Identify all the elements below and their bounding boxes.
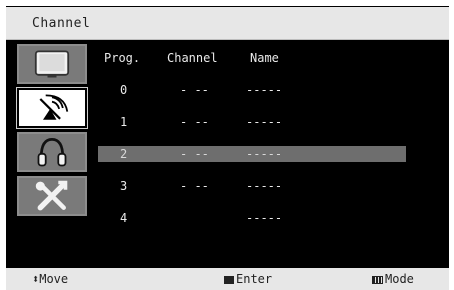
menu-sidebar [16, 44, 88, 224]
station-name: ----- [246, 83, 283, 97]
sidebar-item-channel[interactable] [16, 87, 88, 129]
table-row[interactable]: 4 ----- [98, 210, 406, 226]
station-name: ----- [246, 115, 283, 129]
headphones-sound-icon [37, 138, 67, 167]
column-header-prog: Prog. [104, 51, 141, 65]
move-label: Move [39, 272, 69, 286]
antenna-channel-icon [39, 94, 69, 120]
menu-title: Channel [32, 16, 91, 31]
station-name: ----- [246, 147, 283, 161]
prog-number: 0 [120, 83, 128, 97]
table-row-selected[interactable]: 2 - -- ----- [98, 146, 406, 162]
station-name: ----- [246, 179, 283, 193]
channel-value: - -- [180, 83, 209, 97]
sidebar-item-setup[interactable] [17, 176, 87, 216]
tv-picture-icon [34, 50, 70, 78]
station-name: ----- [246, 211, 283, 225]
table-row[interactable]: 1 - -- ----- [98, 114, 406, 130]
prog-number: 4 [120, 211, 128, 225]
tools-setup-icon [35, 180, 68, 211]
title-bar: Channel [6, 7, 449, 40]
channel-value: - -- [180, 179, 209, 193]
mode-hint: Mode [372, 272, 414, 286]
table-row[interactable]: 0 - -- ----- [98, 82, 406, 98]
column-header-channel: Channel [167, 51, 218, 65]
prog-number: 3 [120, 179, 128, 193]
mode-button-icon [372, 275, 383, 284]
table-row[interactable]: 3 - -- ----- [98, 178, 406, 194]
sidebar-item-picture[interactable] [17, 44, 87, 84]
enter-button-icon [224, 275, 234, 284]
enter-hint: Enter [224, 272, 272, 286]
prog-number: 1 [120, 115, 128, 129]
move-hint: ⬍Move [32, 272, 68, 286]
sidebar-item-sound[interactable] [17, 132, 87, 172]
mode-label: Mode [385, 272, 414, 286]
prog-number: 2 [120, 147, 128, 161]
footer-bar: ⬍Move Enter Mode [6, 268, 449, 290]
channel-value: - -- [180, 115, 209, 129]
column-header-name: Name [250, 51, 279, 65]
enter-label: Enter [236, 272, 273, 286]
channel-value: - -- [180, 147, 209, 161]
